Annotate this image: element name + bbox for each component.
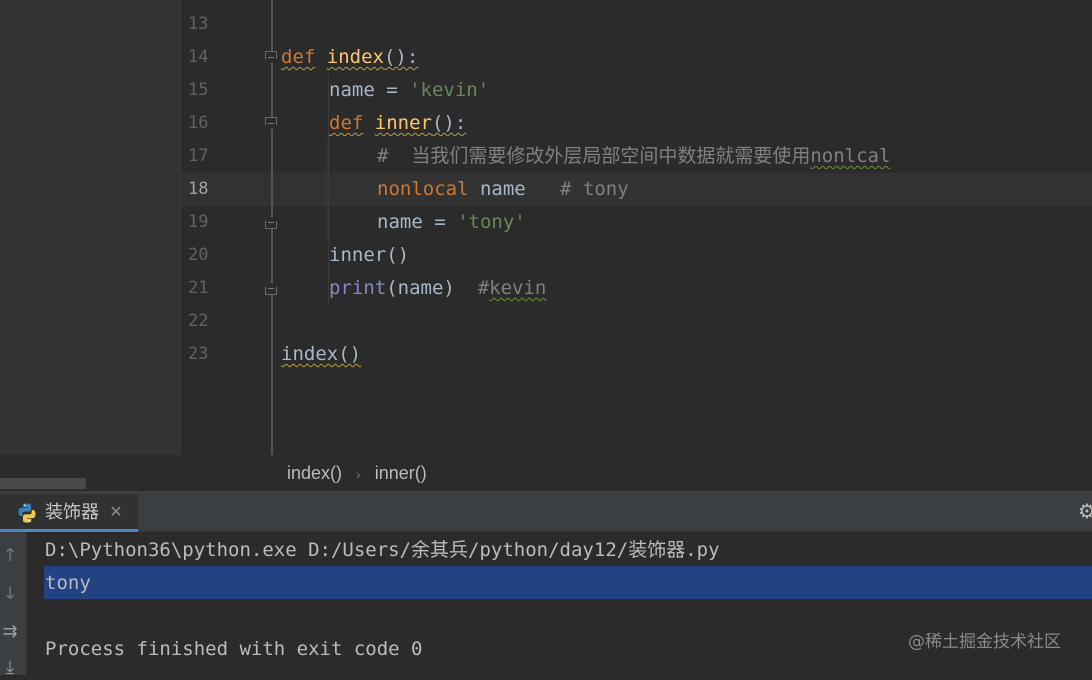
fold-close-icon[interactable] [265, 216, 277, 229]
selected-line-highlight [44, 566, 1092, 599]
console-status-line: Process finished with exit code 0 [45, 638, 423, 660]
function-call: inner() [329, 244, 410, 266]
line-number: 15 [188, 80, 209, 100]
chevron-right-icon: › [356, 465, 361, 482]
code-line-21: print(name) #kevin [329, 272, 546, 305]
function-call: index() [281, 343, 362, 365]
gutter-divider [180, 0, 181, 455]
keyword-def: def [329, 112, 364, 134]
string-literal: 'kevin' [409, 79, 490, 101]
close-icon[interactable]: ✕ [108, 502, 124, 522]
operator: = [422, 211, 458, 233]
breadcrumb: index() › inner() [181, 455, 1092, 492]
horizontal-scrollbar[interactable] [0, 478, 86, 489]
punctuation: (): [383, 46, 419, 68]
variable: name [329, 79, 375, 101]
builtin-print: print [329, 277, 387, 299]
arrow-up-icon[interactable]: ↑ [0, 544, 20, 568]
variable: name [468, 178, 526, 200]
comment-typo: kevin [489, 277, 547, 299]
code-editor[interactable]: 13 14 15 16 17 18 19 20 21 22 23 def ind… [0, 0, 1092, 455]
arguments: (name) [386, 277, 455, 299]
indent-guide [326, 140, 327, 240]
project-panel-strip [0, 0, 180, 455]
comment-typo: nonlcal [810, 145, 891, 167]
code-line-23: index() [281, 338, 361, 371]
code-line-18: nonlocal name # tony [377, 173, 629, 206]
breadcrumb-item[interactable]: index() [281, 463, 348, 484]
scroll-to-end-icon[interactable]: ⤓ [0, 656, 20, 680]
code-line-15: name = 'kevin' [329, 74, 489, 107]
soft-wrap-icon[interactable]: ⇉ [0, 620, 20, 644]
code-line-14: def index(): [281, 41, 418, 74]
current-line-highlight [181, 173, 1092, 206]
fold-open-icon[interactable] [265, 117, 277, 130]
punctuation: (): [431, 112, 467, 134]
code-line-17: # 当我们需要修改外层局部空间中数据就需要使用nonlcal [377, 140, 890, 173]
fold-open-icon[interactable] [265, 51, 277, 64]
variable: name [377, 211, 423, 233]
line-number-active: 18 [188, 179, 209, 199]
keyword-def: def [281, 46, 316, 68]
line-number: 23 [188, 344, 209, 364]
keyword-nonlocal: nonlocal [377, 178, 469, 200]
arrow-down-icon[interactable]: ↓ [0, 582, 20, 606]
run-tab-label: 装饰器 [45, 502, 99, 522]
console-output-line: tony [45, 572, 91, 594]
python-icon [18, 503, 36, 523]
fold-close-icon[interactable] [265, 282, 277, 295]
watermark: @稀土掘金技术社区 [908, 632, 1061, 652]
line-number: 13 [188, 14, 209, 34]
run-toolbar: ↑ ↓ ⇉ ⤓ [0, 532, 27, 678]
string-literal: 'tony' [457, 211, 526, 233]
line-number: 22 [188, 311, 209, 331]
gear-icon[interactable]: ⚙ [1078, 500, 1092, 522]
line-number: 14 [188, 47, 209, 67]
comment: # [454, 277, 490, 299]
console-command-line: D:\Python36\python.exe D:/Users/余其兵/pyth… [45, 539, 720, 561]
comment: # tony [525, 178, 629, 200]
run-tab[interactable]: 装饰器 ✕ [0, 494, 138, 532]
operator: = [374, 79, 410, 101]
function-name: inner [374, 112, 432, 134]
line-number: 17 [188, 146, 209, 166]
code-line-20: inner() [329, 239, 409, 272]
function-name: index [326, 46, 384, 68]
line-number: 19 [188, 212, 209, 232]
line-number: 16 [188, 113, 209, 133]
code-line-16: def inner(): [329, 107, 466, 140]
comment: # 当我们需要修改外层局部空间中数据就需要使用 [377, 145, 811, 167]
run-panel-header: 装饰器 ✕ ⚙ [0, 494, 1092, 532]
breadcrumb-item[interactable]: inner() [369, 463, 433, 484]
line-number: 21 [188, 278, 209, 298]
code-line-19: name = 'tony' [377, 206, 526, 239]
line-number: 20 [188, 245, 209, 265]
